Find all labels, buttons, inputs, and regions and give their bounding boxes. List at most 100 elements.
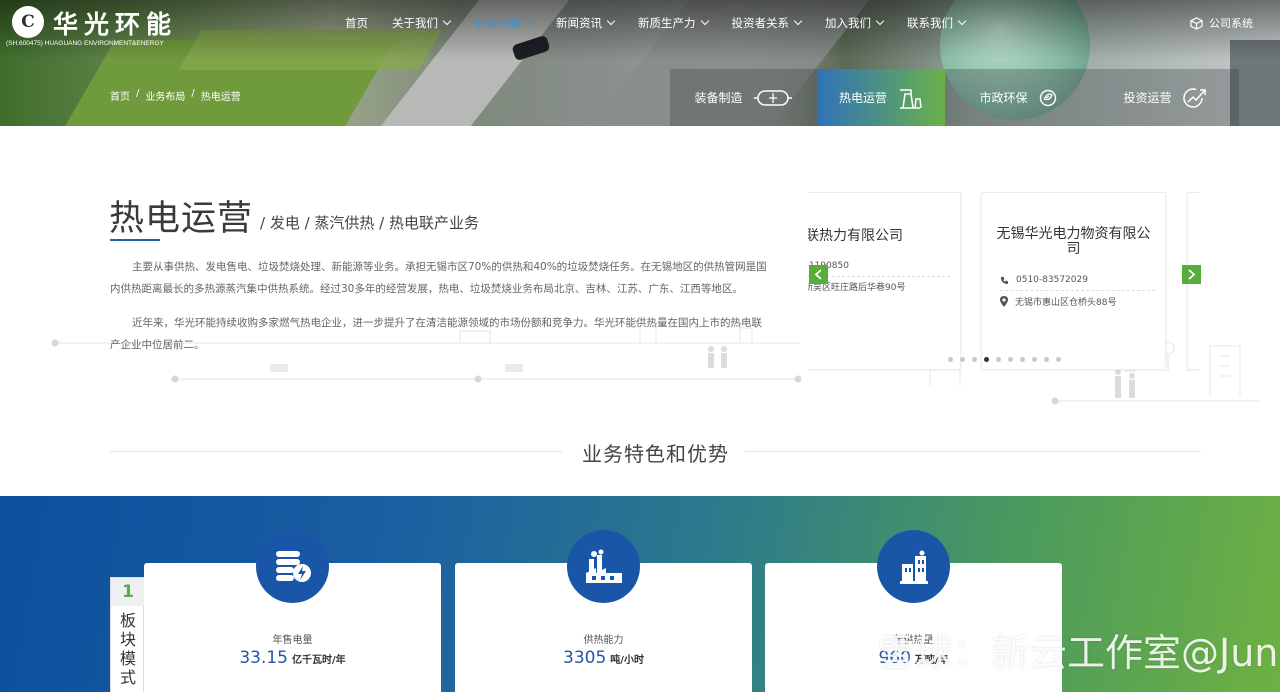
subnav-thermal-power[interactable]: 热电运营: [817, 69, 945, 126]
main-nav: 首页 关于我们 业务布局 新闻资讯 新质生产力 投资者关系 加入我们 联系我们: [345, 14, 989, 32]
nav-item-investors[interactable]: 投资者关系: [731, 14, 803, 32]
carousel-prev-button[interactable]: [809, 265, 828, 284]
nav-label: 业务布局: [474, 16, 520, 30]
plant-icon: [877, 530, 950, 603]
pagination-dot[interactable]: [1008, 357, 1013, 362]
title-underline: [110, 239, 160, 241]
breadcrumb-business[interactable]: 业务布局: [145, 88, 185, 103]
chevron-down-icon: [793, 16, 803, 26]
company-phone-row: 0510-83572029: [1000, 275, 1155, 291]
chevron-down-icon: [442, 16, 452, 26]
power-plant-icon: [897, 86, 923, 110]
pagination-dot-active[interactable]: [984, 357, 989, 362]
mode-tab[interactable]: 1 板块模式: [110, 577, 145, 692]
page: { "brand": { "logo_mark": "C", "name": "…: [0, 0, 1280, 692]
subnav-label: 市政环保: [979, 91, 1028, 105]
subnav-municipal[interactable]: 市政环保: [945, 69, 1092, 126]
pagination-dot[interactable]: [972, 357, 977, 362]
company-system-link[interactable]: 公司系统: [1190, 15, 1253, 31]
chevron-down-icon: [700, 16, 709, 26]
company-card[interactable]: 无锡华光电力物资有限公司 0510-83572029 无锡市惠山区仓桥头88号: [981, 192, 1166, 370]
electricity-icon: [256, 530, 329, 603]
chevron-down-icon: [524, 16, 534, 26]
snowball-logo-icon: [829, 631, 863, 668]
nav-item-productivity[interactable]: 新质生产力: [638, 14, 709, 32]
company-name: 无锡华光电力物资有限公司: [996, 226, 1151, 257]
feature-unit: 吨/小时: [610, 655, 644, 666]
page-subtitle: / 发电 / 蒸汽供热 / 热电联产业务: [260, 214, 480, 232]
business-subnav: 装备制造 热电运营 市政环保 投资运营: [670, 69, 1239, 126]
subnav-investment[interactable]: 投资运营: [1092, 69, 1239, 126]
pagination-dot[interactable]: [948, 357, 953, 362]
nav-item-home[interactable]: 首页: [345, 14, 368, 32]
subnav-label: 热电运营: [838, 91, 887, 105]
nav-item-join[interactable]: 加入我们: [825, 14, 885, 32]
factory-icon: [567, 530, 640, 603]
company-logo[interactable]: C 华光环能 (SH.600475) HUAGUANG ENVIRONMENT&…: [6, 4, 176, 48]
location-pin-icon: [1000, 296, 1008, 307]
watermark-text: 雪球：新云工作室@Jun: [877, 631, 1279, 675]
pagination-dot[interactable]: [1044, 357, 1049, 362]
company-address-row: 无锡市惠山区仓桥头88号: [1000, 295, 1155, 308]
subsidiary-carousel: 锡新联热力有限公司 0510-81190850 无锡市新吴区旺庄路后华巷90号 …: [808, 192, 1200, 372]
nav-item-business[interactable]: 业务布局: [474, 14, 534, 32]
company-address-row: 无锡市新吴区旺庄路后华巷90号: [808, 280, 950, 293]
nav-label: 加入我们: [825, 16, 871, 30]
carousel-next-button[interactable]: [1182, 265, 1201, 284]
phone-icon: [1000, 276, 1009, 284]
intro-paragraph-2: 近年来，华光环能持续收购多家燃气热电企业，进一步提升了在清洁能源领域的市场份额和…: [110, 317, 762, 351]
feature-value: 33.15 亿千瓦时/年: [144, 648, 441, 668]
watermark: 雪球：新云工作室@Jun: [827, 622, 1278, 677]
nav-item-news[interactable]: 新闻资讯: [556, 14, 616, 32]
company-phone: 0510-83572029: [1016, 275, 1088, 285]
company-system-label: 公司系统: [1209, 17, 1253, 30]
chevron-down-icon: [875, 16, 885, 26]
section-title: 业务特色和优势: [582, 442, 729, 466]
nav-label: 投资者关系: [731, 16, 790, 30]
intro-paragraph-1: 主要从事供热、发电售电、垃圾焚烧处理、新能源等业务。承担无锡市区70%的供热和4…: [110, 261, 767, 295]
mode-tab-label: 板块模式: [119, 611, 136, 687]
pagination-dot[interactable]: [960, 357, 965, 362]
feature-unit: 亿千瓦时/年: [292, 655, 346, 666]
nav-label: 联系我们: [907, 16, 953, 30]
subnav-label: 投资运营: [1123, 91, 1172, 105]
nav-label: 新闻资讯: [556, 16, 602, 30]
company-card[interactable]: 锡新联热力有限公司 0510-81190850 无锡市新吴区旺庄路后华巷90号: [808, 192, 961, 370]
subnav-equipment[interactable]: 装备制造: [670, 69, 817, 126]
pagination-dot[interactable]: [1032, 357, 1037, 362]
pagination-dot[interactable]: [996, 357, 1001, 362]
nav-label: 首页: [345, 16, 368, 30]
breadcrumb-home[interactable]: 首页: [110, 88, 130, 103]
logo-mark-icon: C: [12, 6, 44, 38]
feature-number: 3305: [563, 648, 607, 668]
growth-icon: [1182, 86, 1208, 110]
company-address: 无锡市惠山区仓桥头88号: [1015, 298, 1117, 308]
pagination-dot[interactable]: [1020, 357, 1025, 362]
chevron-right-icon: [1188, 269, 1196, 280]
feature-number: 33.15: [239, 648, 288, 668]
company-phone-row: 0510-81190850: [808, 261, 950, 277]
nav-label: 新质生产力: [638, 16, 696, 30]
breadcrumb-current: 热电运营: [200, 92, 241, 103]
chevron-left-icon: [814, 269, 822, 280]
logo-subtitle: (SH.600475) HUAGUANG ENVIRONMENT&ENERGY: [6, 40, 164, 47]
company-name: 锡新联热力有限公司: [808, 228, 903, 244]
leaf-icon: [1038, 88, 1058, 108]
chevron-down-icon: [957, 16, 967, 26]
nav-item-contact[interactable]: 联系我们: [907, 14, 967, 32]
feature-label: 年售电量: [272, 635, 313, 646]
cube-icon: [1190, 16, 1203, 30]
breadcrumb: 首页 / 业务布局 / 热电运营: [110, 88, 241, 103]
nav-item-about[interactable]: 关于我们: [392, 14, 452, 32]
equipment-icon: [753, 87, 793, 109]
mode-tab-number: 1: [111, 578, 145, 606]
nav-label: 关于我们: [392, 16, 438, 30]
carousel-pagination: [948, 357, 1068, 362]
feature-label: 供热能力: [583, 635, 624, 646]
chevron-down-icon: [606, 16, 616, 26]
subnav-label: 装备制造: [694, 91, 743, 105]
pagination-dot[interactable]: [1056, 357, 1061, 362]
logo-name: 华光环能: [53, 10, 178, 39]
page-title: 热电运营: [109, 199, 254, 239]
feature-value: 3305 吨/小时: [455, 648, 752, 668]
